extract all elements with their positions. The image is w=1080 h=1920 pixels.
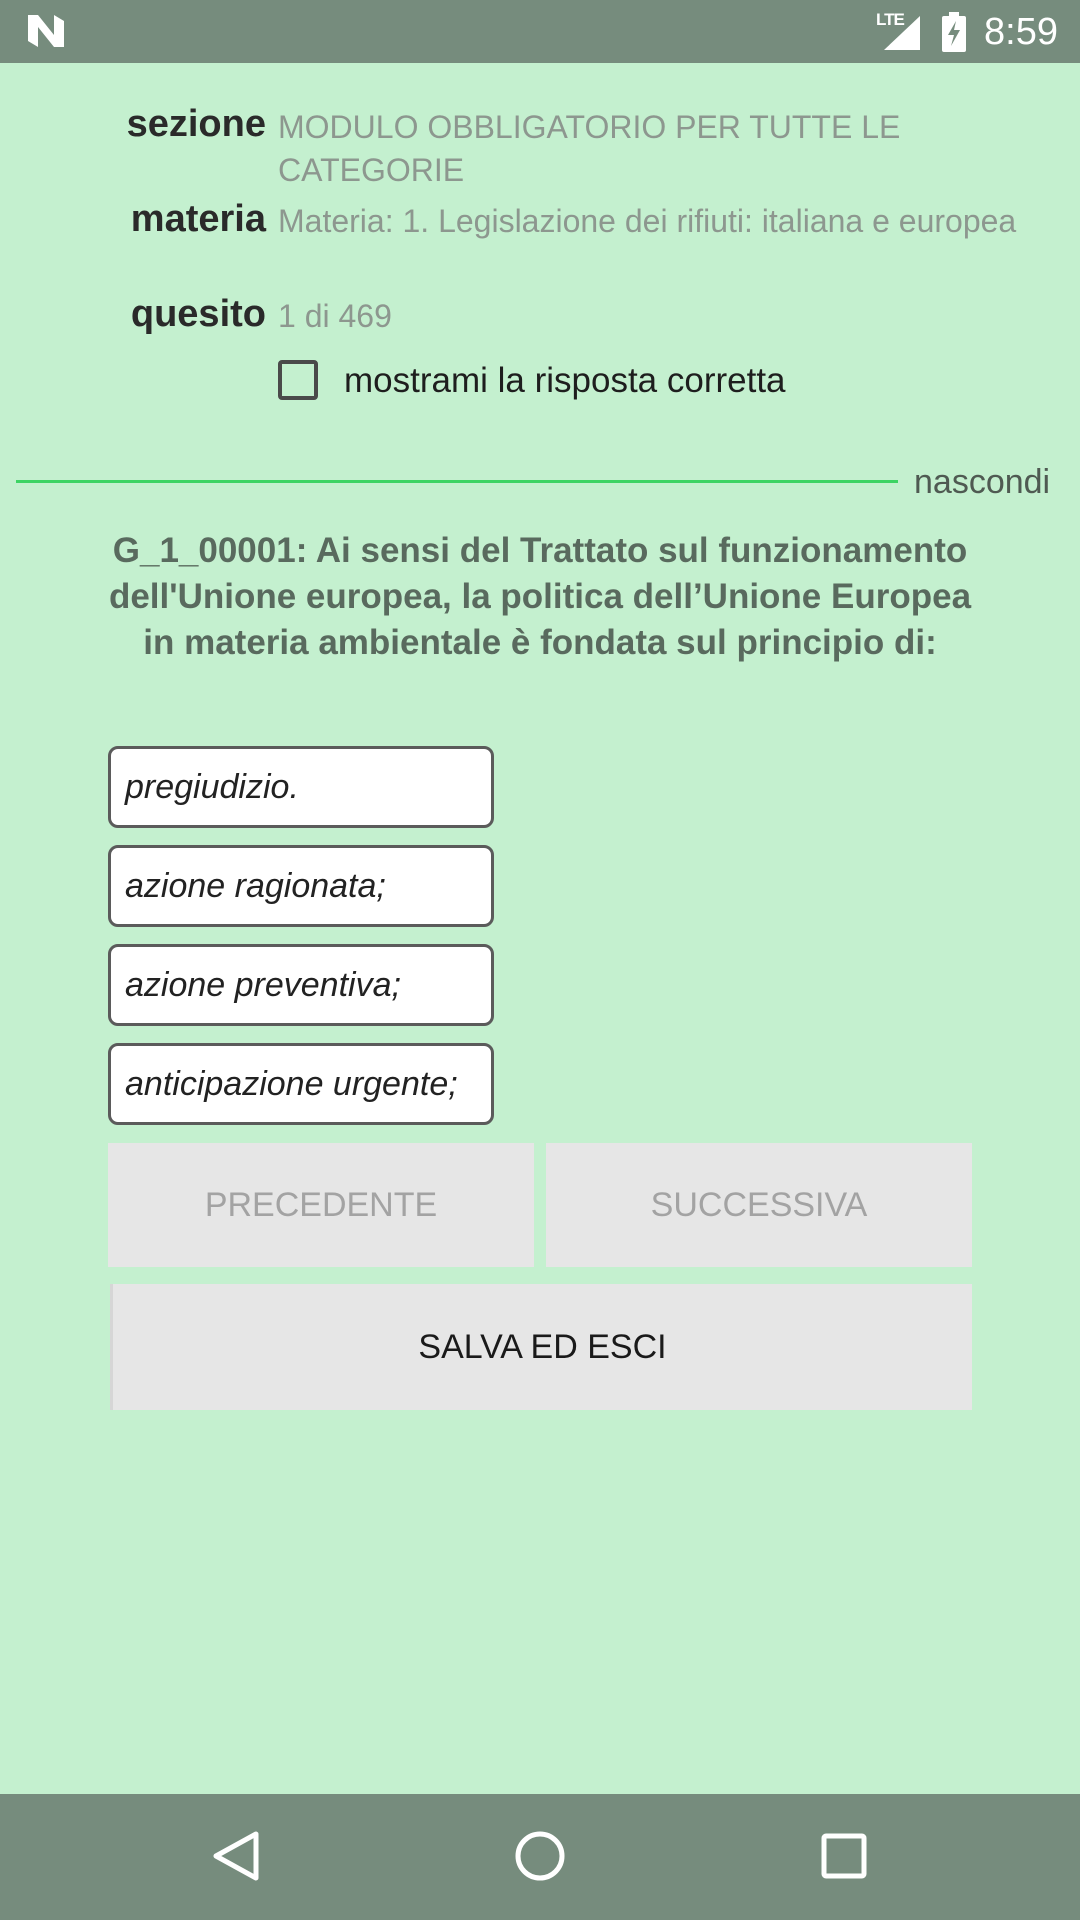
section-label: sezione bbox=[126, 103, 266, 145]
divider bbox=[16, 480, 898, 483]
question-text: G_1_00001: Ai sensi del Trattato sul fun… bbox=[108, 531, 972, 662]
show-answer-label[interactable]: mostrami la risposta corretta bbox=[344, 360, 786, 402]
subject-label: materia bbox=[130, 198, 266, 240]
back-icon[interactable] bbox=[206, 1826, 266, 1886]
show-answer-checkbox[interactable] bbox=[278, 360, 318, 400]
question-number-label: quesito bbox=[130, 293, 266, 335]
answer-option-1[interactable]: pregiudizio. bbox=[108, 746, 494, 828]
answer-option-4[interactable]: anticipazione urgente; bbox=[108, 1043, 494, 1125]
show-answer-toggle[interactable]: mostrami la risposta corretta bbox=[278, 358, 978, 408]
save-and-exit-button[interactable]: SALVA ED ESCI bbox=[110, 1284, 972, 1410]
navigation-bar bbox=[0, 1794, 1080, 1920]
app-logo-icon bbox=[28, 15, 64, 47]
previous-button[interactable]: PRECEDENTE bbox=[108, 1143, 534, 1267]
question-number-value: 1 di 469 bbox=[278, 298, 392, 334]
home-icon[interactable] bbox=[510, 1826, 570, 1886]
battery-charging-icon bbox=[942, 12, 966, 52]
subject-value: Materia: 1. Legislazione dei rifiuti: it… bbox=[278, 203, 1017, 239]
answer-option-2[interactable]: azione ragionata; bbox=[108, 845, 494, 927]
hide-link[interactable]: nascondi bbox=[914, 461, 1050, 503]
signal-icon bbox=[884, 16, 920, 50]
next-button[interactable]: SUCCESSIVA bbox=[546, 1143, 972, 1267]
status-bar: LTE 8:59 bbox=[0, 0, 1080, 63]
answer-option-3[interactable]: azione preventiva; bbox=[108, 944, 494, 1026]
clock: 8:59 bbox=[984, 11, 1058, 53]
recents-icon[interactable] bbox=[814, 1826, 874, 1886]
section-value: MODULO OBBLIGATORIO PER TUTTE LE CATEGOR… bbox=[278, 109, 901, 188]
